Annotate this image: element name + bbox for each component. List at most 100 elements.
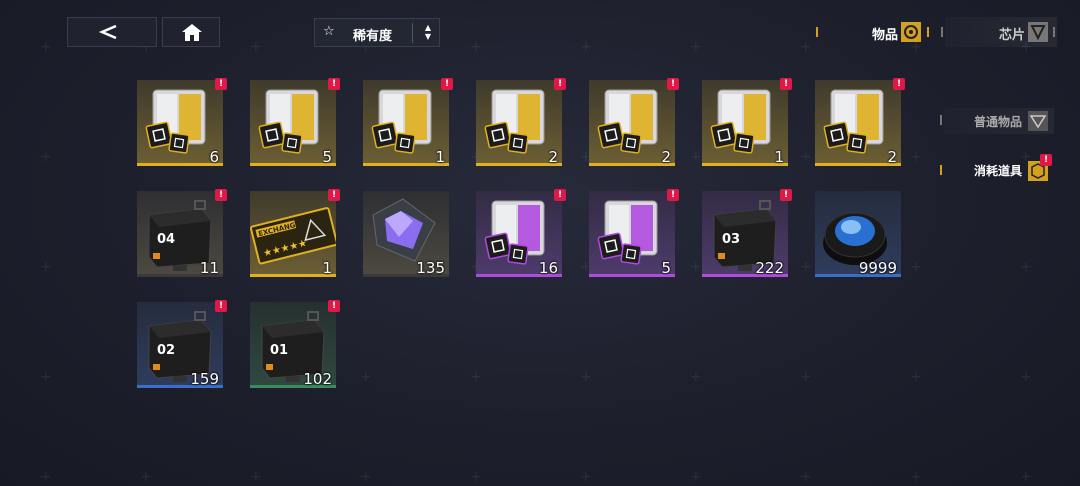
- item-quantity: 2: [661, 148, 671, 166]
- notification-badge: !: [554, 189, 566, 201]
- plus-mark: +: [690, 369, 702, 385]
- plus-mark: +: [470, 369, 482, 385]
- notification-badge: !: [215, 189, 227, 201]
- notification-badge: !: [328, 300, 340, 312]
- sort-order-icon[interactable]: ▲ ▼: [425, 23, 431, 41]
- notification-badge: !: [893, 78, 905, 90]
- side-tab-common-label: 普通物品: [974, 115, 1023, 129]
- inventory-item-chip-crate[interactable]: 1!: [363, 78, 453, 166]
- side-tab-consumables-label: 消耗道具: [974, 164, 1023, 178]
- item-quantity: 222: [755, 259, 784, 277]
- item-quantity: 1: [322, 259, 332, 277]
- plus-mark: +: [470, 39, 482, 55]
- inventory-item-supply-box[interactable]: 04 11!: [137, 189, 227, 277]
- inventory-item-chip-crate[interactable]: 6!: [137, 78, 227, 166]
- plus-mark: +: [140, 469, 152, 485]
- tab-tick: [941, 27, 943, 37]
- supply-box-number: 01: [270, 343, 288, 358]
- item-quantity: 11: [199, 259, 219, 277]
- supply-box-number: 04: [157, 232, 175, 247]
- inventory-item-chip-crate[interactable]: 2!: [815, 78, 905, 166]
- plus-mark: +: [40, 39, 52, 55]
- supply-box-number: 02: [157, 343, 175, 358]
- plus-mark: +: [40, 259, 52, 275]
- tab-tick: [927, 27, 929, 37]
- inventory-item-supply-box[interactable]: 01 102!: [250, 300, 340, 388]
- home-button[interactable]: [162, 17, 220, 47]
- plus-mark: +: [690, 469, 702, 485]
- inventory-item-lens-disc[interactable]: 9999: [815, 191, 901, 277]
- plus-mark: +: [800, 39, 812, 55]
- plus-mark: +: [360, 469, 372, 485]
- inventory-item-chip-crate[interactable]: 5!: [589, 189, 679, 277]
- sort-dropdown[interactable]: ☆ 稀有度 ▲ ▼: [314, 18, 440, 47]
- home-icon: [182, 24, 202, 41]
- back-arrow-icon: [98, 24, 117, 40]
- plus-mark: +: [40, 469, 52, 485]
- plus-mark: +: [800, 369, 812, 385]
- sort-label: 稀有度: [353, 29, 393, 44]
- notification-badge: !: [554, 78, 566, 90]
- side-tick: [940, 165, 942, 175]
- side-tab-common[interactable]: 普通物品: [944, 108, 1054, 134]
- inventory-item-chip-crate[interactable]: 2!: [589, 78, 679, 166]
- plus-mark: +: [580, 469, 592, 485]
- item-quantity: 5: [661, 259, 671, 277]
- side-tab-consumables[interactable]: 消耗道具 !: [944, 154, 1054, 183]
- item-quantity: 2: [887, 148, 897, 166]
- tab-chips[interactable]: 芯片: [945, 17, 1057, 47]
- plus-mark: +: [690, 259, 702, 275]
- notification-badge: !: [328, 189, 340, 201]
- item-quantity: 135: [416, 259, 445, 277]
- plus-mark: +: [1020, 469, 1032, 485]
- plus-mark: +: [250, 39, 262, 55]
- sort-divider: [412, 23, 413, 43]
- notification-badge: !: [328, 78, 340, 90]
- notification-badge: !: [780, 189, 792, 201]
- inventory-item-chip-crate[interactable]: 16!: [476, 189, 566, 277]
- item-quantity: 5: [322, 148, 332, 166]
- plus-mark: +: [1020, 259, 1032, 275]
- inventory-item-supply-box[interactable]: 02 159!: [137, 300, 227, 388]
- items-icon: [901, 22, 921, 42]
- notification-badge: !: [1040, 154, 1052, 166]
- notification-badge: !: [215, 300, 227, 312]
- notification-badge: !: [441, 78, 453, 90]
- back-button[interactable]: [67, 17, 157, 47]
- chip-icon: [1028, 22, 1048, 42]
- plus-mark: +: [800, 469, 812, 485]
- plus-mark: +: [1020, 369, 1032, 385]
- notification-badge: !: [667, 189, 679, 201]
- side-tick: [940, 115, 942, 125]
- plus-mark: +: [40, 149, 52, 165]
- inventory-item-crystal-core[interactable]: 135: [363, 191, 449, 277]
- inventory-item-chip-crate[interactable]: 2!: [476, 78, 566, 166]
- plus-mark: +: [580, 369, 592, 385]
- star-icon: ☆: [323, 24, 335, 39]
- plus-mark: +: [800, 259, 812, 275]
- tab-items-label: 物品: [872, 28, 899, 43]
- plus-mark: +: [470, 469, 482, 485]
- item-quantity: 6: [209, 148, 219, 166]
- inventory-item-supply-box[interactable]: 03 222!: [702, 189, 792, 277]
- tab-tick: [816, 27, 818, 37]
- item-quantity: 1: [435, 148, 445, 166]
- tab-tick: [1053, 27, 1055, 37]
- notification-badge: !: [780, 78, 792, 90]
- plus-mark: +: [800, 149, 812, 165]
- inventory-item-exchange-ticket[interactable]: EXCHANGE ★★★★★ 1!: [250, 189, 340, 277]
- plus-mark: +: [910, 259, 922, 275]
- common-items-icon: [1028, 111, 1048, 131]
- inventory-item-chip-crate[interactable]: 5!: [250, 78, 340, 166]
- plus-mark: +: [690, 39, 702, 55]
- plus-mark: +: [40, 369, 52, 385]
- notification-badge: !: [215, 78, 227, 90]
- supply-box-number: 03: [722, 232, 740, 247]
- plus-mark: +: [910, 469, 922, 485]
- item-quantity: 159: [190, 370, 219, 388]
- item-quantity: 16: [538, 259, 558, 277]
- inventory-item-chip-crate[interactable]: 1!: [702, 78, 792, 166]
- plus-mark: +: [690, 149, 702, 165]
- tab-items[interactable]: 物品: [820, 17, 932, 47]
- notification-badge: !: [667, 78, 679, 90]
